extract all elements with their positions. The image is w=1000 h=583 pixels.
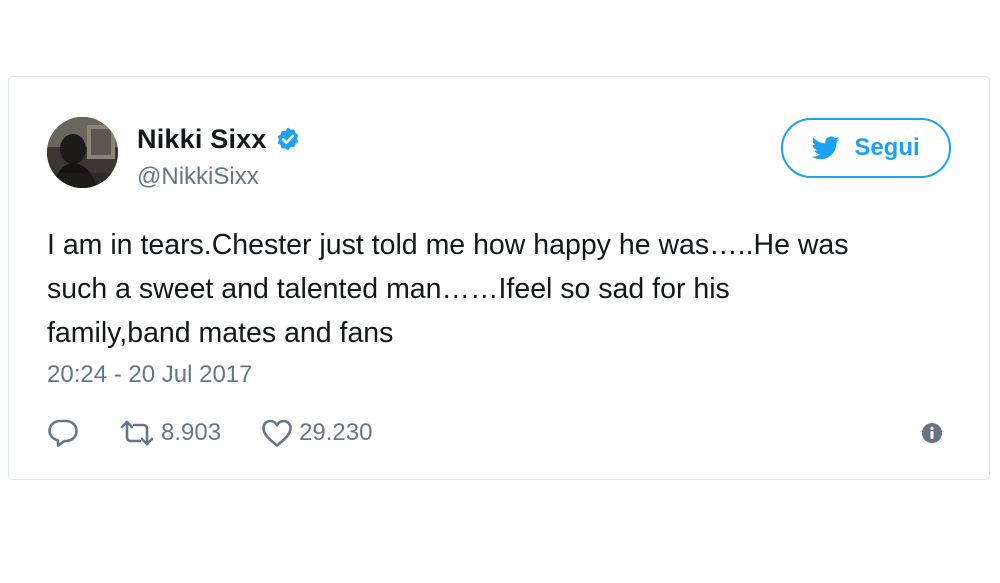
retweet-count: 8.903 (161, 419, 222, 446)
tweet-text-line: such a sweet and talented man……Ifeel so … (47, 273, 730, 305)
reply-icon (48, 419, 78, 447)
heart-icon (262, 419, 292, 447)
tweet-text-line: family,band mates and fans (47, 317, 394, 349)
author-handle[interactable]: @NikkiSixx (137, 163, 301, 191)
tweet-text: I am in tears.Chester just told me how h… (47, 223, 957, 355)
like-button[interactable]: 29.230 (261, 418, 372, 448)
author-block: Nikki Sixx @NikkiSixx (137, 121, 301, 191)
author-name[interactable]: Nikki Sixx (137, 124, 267, 155)
avatar[interactable] (47, 117, 118, 188)
follow-button-label: Segui (854, 134, 920, 161)
verified-badge-icon (277, 127, 298, 151)
retweet-icon (120, 420, 154, 446)
tweet-timestamp[interactable]: 20:24 - 20 Jul 2017 (47, 361, 253, 389)
tweet-text-line: I am in tears.Chester just told me how h… (47, 229, 849, 261)
like-count: 29.230 (299, 419, 373, 446)
reply-button[interactable] (47, 418, 79, 448)
tweet-card: Nikki Sixx @NikkiSixx Segui I am in tear… (8, 76, 990, 480)
info-icon[interactable] (921, 422, 943, 444)
follow-button[interactable]: Segui (781, 118, 951, 178)
twitter-bird-icon (812, 136, 840, 160)
retweet-button[interactable]: 8.903 (119, 418, 221, 448)
avatar-image (47, 117, 118, 188)
tweet-actions: 8.903 29.230 (47, 415, 372, 451)
